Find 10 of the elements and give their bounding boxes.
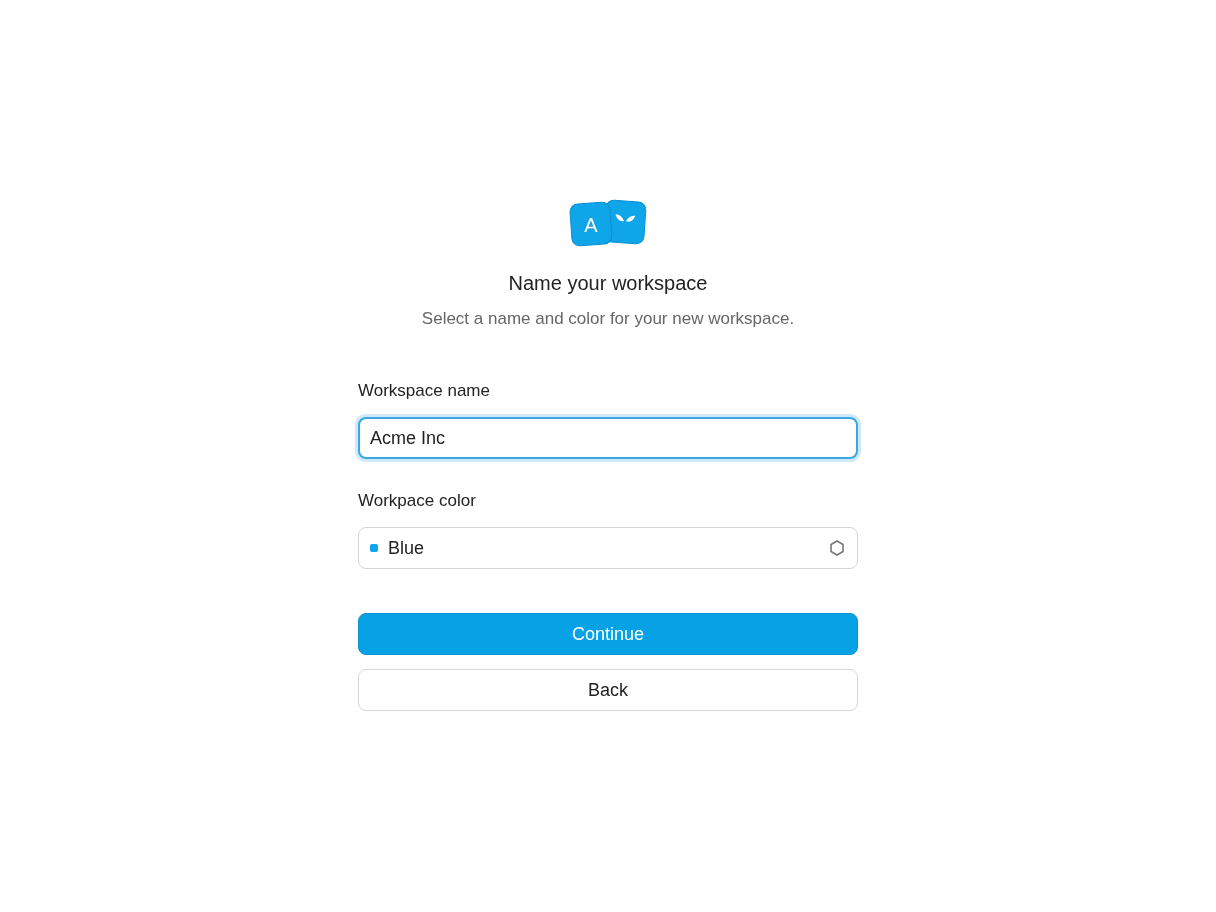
page-subtitle: Select a name and color for your new workspace. bbox=[420, 309, 796, 329]
field-label: Workspace name bbox=[358, 381, 490, 401]
leaf-icon bbox=[615, 214, 636, 222]
logo-letter: A bbox=[584, 214, 598, 236]
workspace-name-input[interactable]: Acme Inc bbox=[358, 417, 858, 459]
hexagon-icon bbox=[828, 539, 846, 557]
color-select[interactable]: Blue bbox=[358, 527, 858, 569]
field-label: Workpace color bbox=[358, 491, 476, 511]
back-button[interactable]: Back bbox=[358, 669, 858, 711]
page-title: Name your workspace bbox=[507, 271, 709, 295]
